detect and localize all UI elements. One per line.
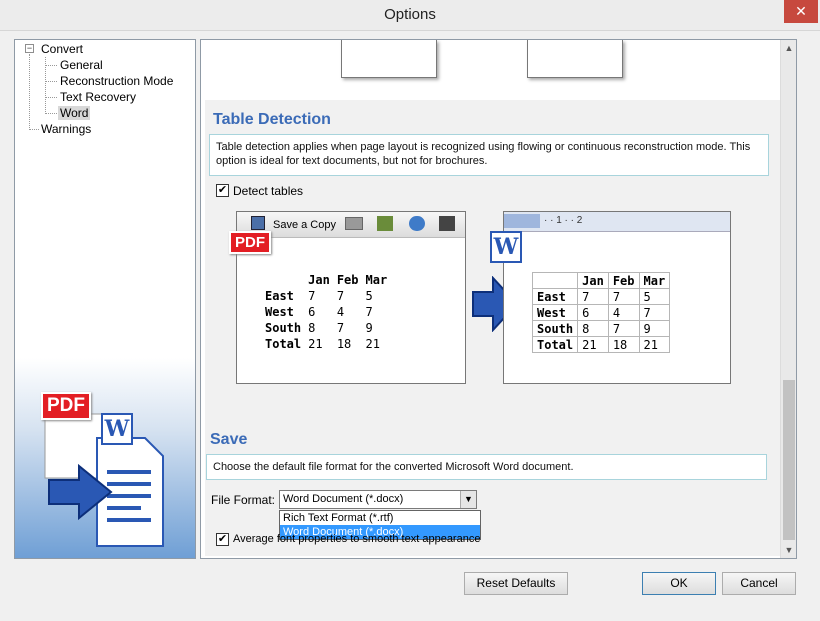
print-icon: [345, 217, 363, 230]
table-row-label: Total: [531, 336, 579, 353]
table-cell: 7: [607, 320, 640, 337]
table-cell: 9: [365, 321, 373, 335]
collapse-icon[interactable]: −: [25, 44, 34, 53]
preview-thumbnail: [341, 40, 437, 78]
pdf-badge: PDF: [41, 392, 91, 420]
word-sample-table: Jan Feb Mar East 7 7 5 West 6 4 7 South …: [531, 272, 671, 353]
table-cell: 7: [336, 321, 345, 335]
save-title: Save: [210, 431, 248, 448]
table-cell: 7: [308, 289, 316, 303]
pdf-badge: PDF: [229, 231, 271, 254]
table-cell: 18: [336, 337, 352, 351]
save-a-copy-label: Save a Copy: [273, 219, 336, 231]
table-header: [531, 272, 579, 289]
close-button[interactable]: ✕: [784, 0, 818, 23]
tree-item-general[interactable]: General: [60, 58, 103, 72]
table-header: [265, 272, 308, 288]
tree-item-reconstruction-mode[interactable]: Reconstruction Mode: [60, 74, 173, 88]
file-format-select[interactable]: Word Document (*.docx) ▼: [279, 490, 477, 509]
table-header: Jan: [577, 272, 609, 289]
table-cell: 7: [577, 288, 609, 305]
table-cell: 5: [638, 288, 671, 305]
detect-tables-label: Detect tables: [233, 184, 304, 198]
file-format-label: File Format:: [211, 493, 276, 507]
pdf-toolbar: Save a Copy: [237, 212, 465, 238]
scroll-down-icon[interactable]: ▼: [781, 542, 797, 558]
word-icon: W: [101, 413, 133, 445]
vertical-scrollbar[interactable]: ▲ ▼: [780, 40, 796, 558]
table-row-label: East: [265, 289, 294, 303]
table-header: Feb: [336, 273, 359, 287]
chevron-down-icon[interactable]: ▼: [460, 491, 476, 508]
table-row-label: South: [265, 321, 302, 335]
table-cell: 9: [638, 320, 671, 337]
save-description: Choose the default file format for the c…: [206, 454, 767, 480]
ruler-marks: · · 1 · · 2: [544, 215, 583, 226]
pdf-sample-table: Jan Feb Mar East 7 7 5 West 6 4 7 South …: [265, 272, 394, 352]
table-cell: 8: [577, 320, 609, 337]
tools-icon: [377, 216, 393, 231]
word-table-illustration: · · 1 · · 2 Jan Feb Mar East 7 7 5 West …: [503, 211, 731, 384]
scrollbar-thumb[interactable]: [783, 380, 795, 540]
tree-connector: [29, 129, 39, 130]
word-icon: W: [490, 231, 522, 263]
table-cell: 21: [308, 337, 323, 351]
tree-item-text-recovery[interactable]: Text Recovery: [60, 90, 136, 104]
file-format-value: Word Document (*.docx): [283, 493, 404, 505]
table-cell: 6: [308, 305, 316, 319]
detect-tables-checkbox[interactable]: ✔: [216, 184, 229, 197]
table-detection-title: Table Detection: [213, 111, 331, 128]
preview-thumbnail: [527, 40, 623, 78]
window-title: Options: [384, 6, 436, 23]
pdf-to-word-logo-icon: [44, 413, 164, 547]
tree-connector: [45, 113, 57, 114]
table-cell: 5: [365, 289, 373, 303]
option-rtf[interactable]: Rich Text Format (*.rtf): [280, 511, 480, 525]
table-cell: 21: [365, 337, 380, 351]
table-cell: 7: [336, 289, 345, 303]
table-cell: 7: [638, 304, 671, 321]
tree-connector: [45, 81, 57, 82]
table-row-label: West: [265, 305, 294, 319]
table-row-label: West: [531, 304, 579, 321]
options-content-panel: Table Detection Table detection applies …: [200, 39, 797, 559]
table-row-label: Total: [265, 337, 302, 351]
options-tree: − Convert General Reconstruction Mode Te…: [14, 39, 196, 559]
table-detection-description: Table detection applies when page layout…: [209, 134, 769, 176]
email-icon: [409, 216, 425, 231]
tree-item-warnings[interactable]: Warnings: [41, 122, 91, 136]
table-cell: 18: [607, 336, 640, 353]
table-header: Feb: [607, 272, 640, 289]
ok-button[interactable]: OK: [642, 572, 716, 595]
table-cell: 4: [607, 304, 640, 321]
table-cell: 21: [577, 336, 609, 353]
word-ruler: · · 1 · · 2: [504, 212, 730, 232]
table-row-label: South: [531, 320, 579, 337]
table-cell: 7: [365, 305, 373, 319]
table-row-label: East: [531, 288, 579, 305]
app-logo-art: PDF W: [15, 358, 195, 558]
save-icon: [251, 216, 265, 230]
table-header: Mar: [638, 272, 671, 289]
title-bar: Options ✕: [0, 0, 820, 31]
tree-connector: [45, 65, 57, 66]
table-cell: 4: [336, 305, 345, 319]
scroll-up-icon[interactable]: ▲: [781, 40, 797, 56]
search-icon: [439, 216, 455, 231]
table-cell: 6: [577, 304, 609, 321]
tree-item-convert[interactable]: Convert: [41, 42, 83, 56]
table-header: Mar: [365, 273, 388, 287]
table-cell: 8: [308, 321, 316, 335]
average-font-checkbox[interactable]: ✔: [216, 533, 229, 546]
table-cell: 21: [638, 336, 671, 353]
reset-defaults-button[interactable]: Reset Defaults: [464, 572, 568, 595]
average-font-label: Average font properties to smooth text a…: [233, 533, 481, 545]
tree-connector: [45, 97, 57, 98]
tree-connector: [29, 54, 30, 130]
cancel-button[interactable]: Cancel: [722, 572, 796, 595]
table-cell: 7: [607, 288, 640, 305]
table-header: Jan: [308, 273, 330, 287]
ruler-margin: [504, 214, 540, 228]
tree-item-word[interactable]: Word: [58, 106, 91, 120]
